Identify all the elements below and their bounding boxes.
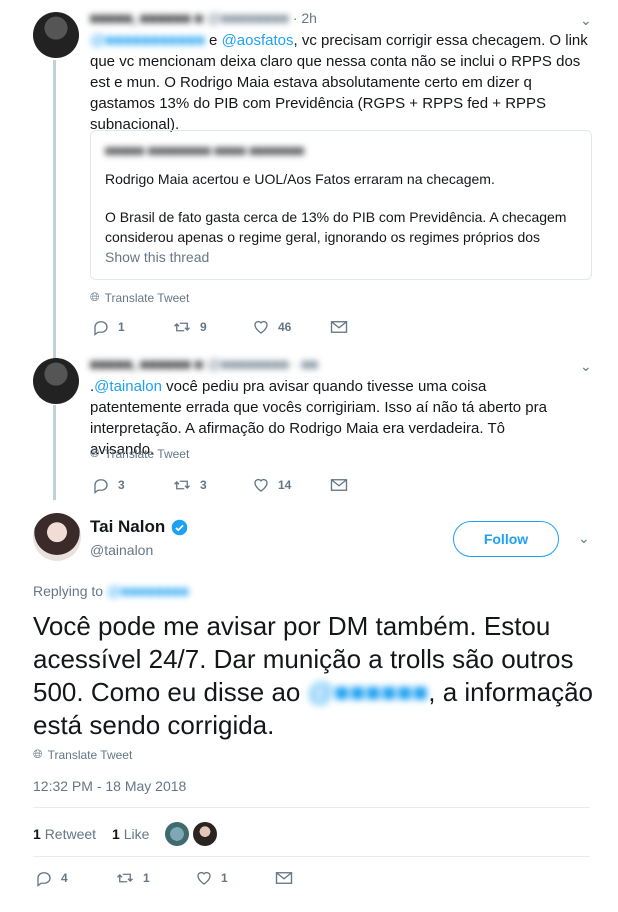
envelope-icon <box>330 479 348 491</box>
chevron-down-icon[interactable]: ⌄ <box>580 358 592 375</box>
dm-button[interactable] <box>275 870 293 886</box>
replying-to: Replying to @■■■■■■■■ <box>33 583 189 599</box>
mention-redacted[interactable]: @■■■■■■ <box>308 677 429 707</box>
reply-button[interactable]: 4 <box>35 869 115 887</box>
tweet-actions: 3 3 14 <box>92 476 348 494</box>
mention-link[interactable]: @tainalon <box>94 378 162 395</box>
like-button[interactable]: 46 <box>252 318 330 336</box>
heart-icon <box>254 320 268 334</box>
tweet-timestamp[interactable]: 12:32 PM - 18 May 2018 <box>33 778 186 794</box>
mention-redacted[interactable]: @■■■■■■■■■■■ <box>90 32 205 49</box>
heart-icon <box>197 871 211 885</box>
envelope-icon <box>275 872 293 884</box>
reply-button[interactable]: 1 <box>92 318 172 336</box>
globe-icon: 🌐︎ <box>90 446 100 460</box>
tweet-time: · 2h <box>292 10 317 26</box>
author-handle-redacted: @■■■■■■■■ · ■■ <box>207 356 319 372</box>
translate-tweet[interactable]: 🌐︎ Translate Tweet <box>90 446 189 461</box>
like-button[interactable]: 14 <box>252 476 330 494</box>
tweet-text: @■■■■■■■■■■■ e @aosfatos, vc precisam co… <box>90 32 588 133</box>
avatar[interactable] <box>33 12 79 58</box>
heart-icon <box>254 478 268 492</box>
quoted-text-line1: Rodrigo Maia acertou e UOL/Aos Fatos err… <box>105 171 495 187</box>
avatar[interactable] <box>33 513 81 561</box>
tweet-actions: 4 1 1 <box>35 869 293 887</box>
reply-icon <box>94 321 108 336</box>
tweet-header: ■■■■■, ■■■■■■ ■ @■■■■■■■■ · 2h <box>90 10 317 26</box>
like-stat[interactable]: 1 Like <box>112 826 149 842</box>
tweet-actions: 1 9 46 <box>92 318 348 336</box>
liker-avatars <box>165 822 218 846</box>
dm-button[interactable] <box>330 319 348 335</box>
mention-link[interactable]: @aosfatos <box>222 32 294 49</box>
show-thread-link[interactable]: Show this thread <box>105 249 209 265</box>
divider <box>33 856 590 857</box>
author-handle[interactable]: @tainalon <box>90 542 153 558</box>
translate-tweet[interactable]: 🌐︎ Translate Tweet <box>90 290 189 305</box>
retweet-button[interactable]: 1 <box>115 869 195 887</box>
globe-icon: 🌐︎ <box>33 747 43 761</box>
verified-badge-icon <box>171 519 188 535</box>
author-handle-redacted: @■■■■■■■■ <box>207 10 289 26</box>
avatar[interactable] <box>33 358 79 404</box>
tweet-text: Você pode me avisar por DM também. Estou… <box>33 611 593 740</box>
retweet-button[interactable]: 3 <box>172 476 252 494</box>
thread-line <box>53 60 56 360</box>
author-name[interactable]: Tai Nalon <box>90 517 188 537</box>
reply-icon <box>37 872 51 887</box>
thread-line <box>53 405 56 500</box>
reply-target-redacted[interactable]: @■■■■■■■■ <box>107 583 189 599</box>
reply-icon <box>94 479 108 494</box>
quoted-tweet[interactable]: ■■■■■ ■■■■■■■■ ■■■■ ■■■■■■■ Rodrigo Maia… <box>90 130 592 280</box>
quoted-text-line2: O Brasil de fato gasta cerca de 13% do P… <box>105 209 567 245</box>
chevron-down-icon[interactable]: ⌄ <box>580 12 592 29</box>
avatar[interactable] <box>193 822 218 846</box>
retweet-button[interactable]: 9 <box>172 318 252 336</box>
globe-icon: 🌐︎ <box>90 290 100 304</box>
like-button[interactable]: 1 <box>195 869 275 887</box>
engagement-stats: 1 Retweet 1 Like <box>33 822 218 846</box>
tweet-header: ■■■■■, ■■■■■■ ■ @■■■■■■■■ · ■■ <box>90 356 318 372</box>
envelope-icon <box>330 321 348 333</box>
retweet-icon <box>117 873 133 883</box>
divider <box>33 807 590 808</box>
quoted-author-redacted: ■■■■■ ■■■■■■■■ ■■■■ ■■■■■■■ <box>105 143 305 158</box>
author-name-redacted: ■■■■■, ■■■■■■ ■ <box>90 10 204 26</box>
chevron-down-icon[interactable]: ⌄ <box>578 530 590 547</box>
dm-button[interactable] <box>330 477 348 493</box>
retweet-icon <box>174 480 190 490</box>
reply-button[interactable]: 3 <box>92 476 172 494</box>
avatar[interactable] <box>165 822 190 846</box>
translate-tweet[interactable]: 🌐︎ Translate Tweet <box>33 747 132 762</box>
follow-button[interactable]: Follow <box>453 521 559 557</box>
retweet-stat[interactable]: 1 Retweet <box>33 826 96 842</box>
retweet-icon <box>174 322 190 332</box>
author-name-redacted: ■■■■■, ■■■■■■ ■ <box>90 356 204 372</box>
